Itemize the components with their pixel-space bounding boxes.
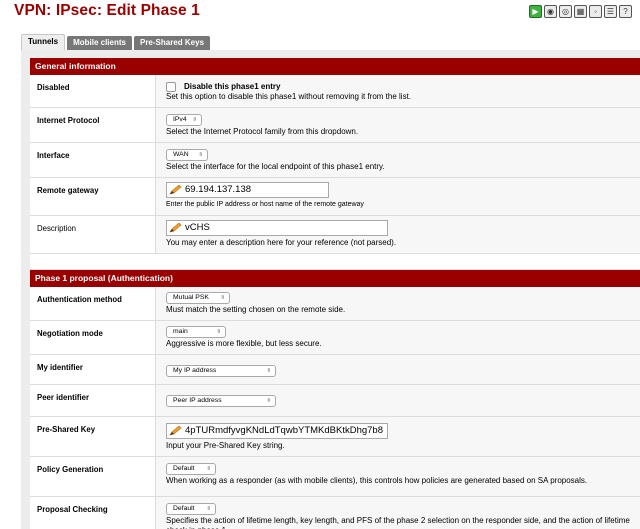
description-help: You may enter a description here for you…	[166, 238, 397, 247]
disable-phase1-checkbox-label: Disable this phase1 entry	[184, 82, 281, 91]
description-input[interactable]: vCHS	[166, 220, 388, 236]
negotiation-mode-label: Negotiation mode	[30, 321, 156, 354]
interface-select[interactable]: WAN ⇳	[166, 149, 208, 161]
info-icon[interactable]: ◦	[589, 5, 602, 18]
pencil-icon	[169, 185, 182, 195]
policy-generation-row: Policy Generation Default ⇳ When working …	[30, 457, 640, 497]
proposal-checking-row: Proposal Checking Default ⇳ Specifies the…	[30, 497, 640, 529]
internet-protocol-label: Internet Protocol	[30, 108, 156, 142]
peer-identifier-row: Peer identifier Peer IP address ⇳	[30, 385, 640, 417]
authentication-method-help: Must match the setting chosen on the rem…	[166, 305, 346, 314]
disabled-help: Set this option to disable this phase1 w…	[166, 92, 412, 101]
pre-shared-key-label: Pre-Shared Key	[30, 417, 156, 456]
phase1-proposal-header: Phase 1 proposal (Authentication)	[30, 270, 640, 287]
chevron-updown-icon: ⇳	[192, 117, 197, 123]
internet-protocol-value: IPv4	[173, 116, 187, 123]
tab-tunnels[interactable]: Tunnels	[21, 34, 66, 50]
disabled-row: Disabled Disable this phase1 entry Set t…	[30, 75, 640, 108]
remote-gateway-help: Enter the public IP address or host name…	[166, 201, 364, 208]
policy-generation-label: Policy Generation	[30, 457, 156, 496]
pencil-icon	[169, 426, 182, 436]
policy-generation-select[interactable]: Default ⇳	[166, 463, 216, 475]
negotiation-mode-help: Aggressive is more flexible, but less se…	[166, 339, 322, 348]
chevron-updown-icon: ⇳	[206, 466, 211, 472]
interface-value: WAN	[173, 151, 189, 158]
chevron-updown-icon: ⇳	[266, 368, 271, 374]
proposal-checking-select[interactable]: Default ⇳	[166, 503, 216, 515]
form-content: General information Disabled Disable thi…	[30, 58, 640, 529]
list-icon[interactable]: ☰	[604, 5, 617, 18]
tab-panel: General information Disabled Disable thi…	[21, 50, 640, 529]
interface-help: Select the interface for the local endpo…	[166, 162, 385, 171]
negotiation-mode-select[interactable]: main ⇳	[166, 326, 226, 338]
my-identifier-value: My IP address	[173, 367, 217, 374]
remote-gateway-row: Remote gateway 69.194.137.138 Enter the …	[30, 178, 640, 216]
remote-gateway-value: 69.194.137.138	[185, 184, 252, 195]
peer-identifier-select[interactable]: Peer IP address ⇳	[166, 395, 276, 407]
chevron-updown-icon: ⇳	[206, 506, 211, 512]
remote-gateway-input[interactable]: 69.194.137.138	[166, 182, 329, 198]
peer-identifier-value: Peer IP address	[173, 397, 222, 404]
description-label: Description	[30, 216, 156, 253]
log-icon[interactable]: ◎	[559, 5, 572, 18]
header-icon-bar: ▶ ◉ ◎ ▦ ◦ ☰ ?	[529, 5, 632, 18]
my-identifier-label: My identifier	[30, 355, 156, 384]
section-spacer	[30, 254, 640, 270]
tab-pre-shared-keys[interactable]: Pre-Shared Keys	[133, 36, 211, 50]
disabled-label: Disabled	[30, 75, 156, 107]
description-value: vCHS	[185, 222, 210, 233]
my-identifier-row: My identifier My IP address ⇳	[30, 355, 640, 385]
internet-protocol-select[interactable]: IPv4 ⇳	[166, 114, 202, 126]
status-icon[interactable]: ◉	[544, 5, 557, 18]
internet-protocol-help: Select the Internet Protocol family from…	[166, 127, 359, 136]
disable-phase1-checkbox[interactable]	[166, 82, 176, 92]
policy-generation-help: When working as a responder (as with mob…	[166, 476, 588, 485]
peer-identifier-label: Peer identifier	[30, 385, 156, 416]
authentication-method-select[interactable]: Mutual PSK ⇳	[166, 292, 230, 304]
help-icon[interactable]: ?	[619, 5, 632, 18]
internet-protocol-row: Internet Protocol IPv4 ⇳ Select the Inter…	[30, 108, 640, 143]
authentication-method-row: Authentication method Mutual PSK ⇳ Must m…	[30, 287, 640, 321]
policy-generation-value: Default	[173, 465, 195, 472]
proposal-checking-help: Specifies the action of lifetime length,…	[166, 516, 630, 529]
chevron-updown-icon: ⇳	[266, 398, 271, 404]
pre-shared-key-value: 4pTURmdfyvgKNdLdTqwbYTMKdBKtkDhg7b8	[185, 425, 384, 436]
negotiation-mode-row: Negotiation mode main ⇳ Aggressive is mor…	[30, 321, 640, 355]
proposal-checking-value: Default	[173, 505, 195, 512]
chevron-updown-icon: ⇳	[220, 295, 225, 301]
authentication-method-label: Authentication method	[30, 287, 156, 320]
chevron-updown-icon: ⇳	[198, 152, 203, 158]
chart-icon[interactable]: ▦	[574, 5, 587, 18]
general-information-header: General information	[30, 58, 640, 75]
authentication-method-value: Mutual PSK	[173, 294, 209, 301]
negotiation-mode-value: main	[173, 328, 188, 335]
tab-bar: Tunnels Mobile clients Pre-Shared Keys	[21, 34, 640, 50]
pre-shared-key-input[interactable]: 4pTURmdfyvgKNdLdTqwbYTMKdBKtkDhg7b8	[166, 423, 388, 439]
pre-shared-key-row: Pre-Shared Key 4pTURmdfyvgKNdLdTqwbYTMKd…	[30, 417, 640, 457]
chevron-updown-icon: ⇳	[216, 329, 221, 335]
page-title: VPN: IPsec: Edit Phase 1	[14, 2, 200, 19]
play-icon[interactable]: ▶	[529, 5, 542, 18]
interface-row: Interface WAN ⇳ Select the interface for …	[30, 143, 640, 178]
description-row: Description vCHS You may enter a descrip…	[30, 216, 640, 254]
my-identifier-select[interactable]: My IP address ⇳	[166, 365, 276, 377]
pencil-icon	[169, 223, 182, 233]
proposal-checking-label: Proposal Checking	[30, 497, 156, 529]
interface-label: Interface	[30, 143, 156, 177]
pre-shared-key-help: Input your Pre-Shared Key string.	[166, 441, 285, 450]
remote-gateway-label: Remote gateway	[30, 178, 156, 215]
tab-mobile-clients[interactable]: Mobile clients	[67, 36, 132, 50]
